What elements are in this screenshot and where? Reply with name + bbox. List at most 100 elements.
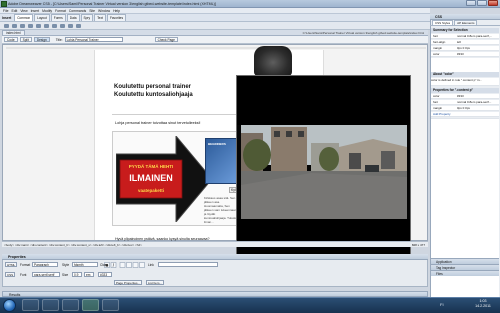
css-panel-title: CSS xyxy=(435,15,442,19)
style-label: Style xyxy=(62,263,70,267)
property-value: #333 xyxy=(457,94,464,98)
taskbar-video-player-icon[interactable] xyxy=(102,299,119,311)
property-row[interactable]: font normal 0.8em para-serif... xyxy=(431,100,499,105)
page-properties-button[interactable]: Page Properties... xyxy=(114,280,143,285)
page-body-text[interactable]: Kirkkaus asaa sitä. Sen jälkeen asa. Huo… xyxy=(204,196,238,224)
css-mode-button[interactable]: CSS xyxy=(5,272,16,277)
book-cover-text: BEGINNERS xyxy=(208,142,226,146)
person-hood-image xyxy=(254,46,292,76)
link-input[interactable] xyxy=(158,262,218,267)
property-row[interactable]: color #333 xyxy=(431,94,499,99)
tag-selector[interactable]: <body> <div.main> <div.content> <div.con… xyxy=(4,243,142,247)
format-select[interactable]: Paragraph xyxy=(32,262,58,267)
properties-blank-area xyxy=(431,118,499,258)
tab-css-styles[interactable]: CSS Styles xyxy=(432,20,454,25)
menu-site[interactable]: Site xyxy=(89,9,95,13)
insert-tab-layout[interactable]: Layout xyxy=(34,14,50,21)
taskbar-media-icon[interactable] xyxy=(62,299,79,311)
title-bar: Adobe Dreamweaver CS5 - [C:\Users\Sami\P… xyxy=(0,0,500,8)
document-tab[interactable]: index.html xyxy=(2,30,25,35)
insert-tab-text[interactable]: Text xyxy=(94,14,106,21)
size-unit-select[interactable]: em xyxy=(84,272,94,277)
summary-key: margin xyxy=(433,46,443,50)
menu-commands[interactable]: Commands xyxy=(69,9,86,13)
split-view-button[interactable]: Split xyxy=(19,37,32,42)
color-input[interactable]: #333 xyxy=(98,272,112,277)
insert-tab-data[interactable]: Data xyxy=(66,14,80,21)
maximize-button[interactable] xyxy=(477,0,487,6)
banner-line-2: ILMAINEN xyxy=(129,173,173,183)
menu-file[interactable]: File xyxy=(3,9,8,13)
insert-icon-strip[interactable] xyxy=(0,22,430,30)
system-tray-language[interactable]: FI xyxy=(440,302,444,307)
list-item-button[interactable]: List Item... xyxy=(146,280,164,285)
menu-edit[interactable]: Edit xyxy=(11,9,17,13)
design-view-button[interactable]: Design xyxy=(33,37,50,42)
property-value: 0px 0 0px xyxy=(457,106,471,110)
page-heading-2[interactable]: Koulutettu kuntosaliohjaaja xyxy=(114,92,193,98)
title-input[interactable]: Lohja Personal Trainer xyxy=(64,37,123,42)
check-page-button[interactable]: Check Page xyxy=(154,37,178,42)
code-view-button[interactable]: Code xyxy=(4,37,18,42)
taskbar-explorer-icon[interactable] xyxy=(22,299,39,311)
menu-help[interactable]: Help xyxy=(113,9,120,13)
taskbar-browser-icon[interactable] xyxy=(42,299,59,311)
summary-key: font xyxy=(433,34,439,38)
banner-line-3: vaatepaketti xyxy=(138,188,164,193)
size-input[interactable]: 0.9 xyxy=(72,272,82,277)
menu-view[interactable]: View xyxy=(20,9,27,13)
insert-label: Insert xyxy=(2,15,12,20)
insert-icons-row xyxy=(0,22,430,30)
close-button[interactable] xyxy=(488,0,498,6)
start-button[interactable] xyxy=(3,299,16,312)
insert-tab-favorites[interactable]: Favorites xyxy=(106,14,127,21)
dreamweaver-window: Adobe Dreamweaver CS5 - [C:\Users\Sami\P… xyxy=(0,0,500,313)
tag-selector-bar: <body> <div.main> <div.content> <div.con… xyxy=(2,241,428,247)
link-label: Link xyxy=(148,263,154,267)
summary-section-title[interactable]: Summary for Selection xyxy=(431,28,499,33)
menu-insert[interactable]: Insert xyxy=(31,9,39,13)
insert-tab-spry[interactable]: Spry xyxy=(80,14,94,21)
window-title: Adobe Dreamweaver CS5 - [C:\Users\Sami\P… xyxy=(8,2,216,6)
summary-row[interactable]: font-align left xyxy=(431,40,499,45)
menu-format[interactable]: Format xyxy=(55,9,66,13)
class-label: Class xyxy=(100,263,108,267)
page-intro-text[interactable]: Lohja personal trainer toivottaa sinut t… xyxy=(115,121,200,125)
tab-ap-elements[interactable]: AP Elements xyxy=(454,20,478,25)
menu-modify[interactable]: Modify xyxy=(42,9,52,13)
insert-bar: Insert Common Layout Forms Data Spry Tex… xyxy=(0,14,430,22)
properties-section-title[interactable]: Properties for ".content p" xyxy=(431,88,499,93)
summary-key: font-align xyxy=(433,40,446,44)
minimize-button[interactable] xyxy=(466,0,476,6)
summary-row[interactable]: color #333 xyxy=(431,52,499,57)
about-section-title[interactable]: About "color" xyxy=(431,72,499,77)
summary-row[interactable]: margin 0px 0 0px xyxy=(431,46,499,51)
summary-blank-area xyxy=(431,58,499,72)
video-letterbox-top xyxy=(237,76,410,125)
banner-line-1: PYYDÄ TÄMÄ HEHTI xyxy=(129,163,174,169)
summary-value: left xyxy=(457,40,462,44)
summary-row[interactable]: font normal 0.8em para-serif,... xyxy=(431,34,499,39)
page-heading-1[interactable]: Koulutettu personal trainer xyxy=(114,84,191,90)
properties-title: Properties xyxy=(8,255,26,259)
menu-window[interactable]: Window xyxy=(98,9,110,13)
taskbar-dreamweaver-icon[interactable] xyxy=(82,299,99,311)
font-label: Font xyxy=(20,273,27,277)
properties-panel-header[interactable]: Properties xyxy=(2,254,428,260)
clock-date: 14.2.2011 xyxy=(475,304,491,308)
arrow-banner-image[interactable]: PYYDÄ TÄMÄ HEHTI ILMAINEN vaatepaketti xyxy=(116,136,212,222)
ruler xyxy=(6,47,426,49)
add-property-link[interactable]: Add Property xyxy=(431,112,499,117)
html-mode-button[interactable]: HTML xyxy=(5,262,18,267)
insert-tab-forms[interactable]: Forms xyxy=(50,14,66,21)
summary-value: #333 xyxy=(457,52,464,56)
style-select[interactable]: fdsmth xyxy=(72,262,98,267)
property-row[interactable]: margin 0px 0 0px xyxy=(431,106,499,111)
document-path: C:\Users\Sami\Personal Trainer Virtual v… xyxy=(302,30,424,35)
taskbar-clock[interactable]: 1:03 14.2.2011 xyxy=(468,299,498,309)
video-player-window[interactable] xyxy=(236,75,411,265)
book-cover-image[interactable]: BEGINNERS xyxy=(205,138,237,184)
insert-tab-common[interactable]: Common xyxy=(14,14,34,21)
css-panel-tabs: CSS Styles AP Elements xyxy=(430,20,500,26)
font-select[interactable]: para-serif,serif xyxy=(32,272,60,277)
